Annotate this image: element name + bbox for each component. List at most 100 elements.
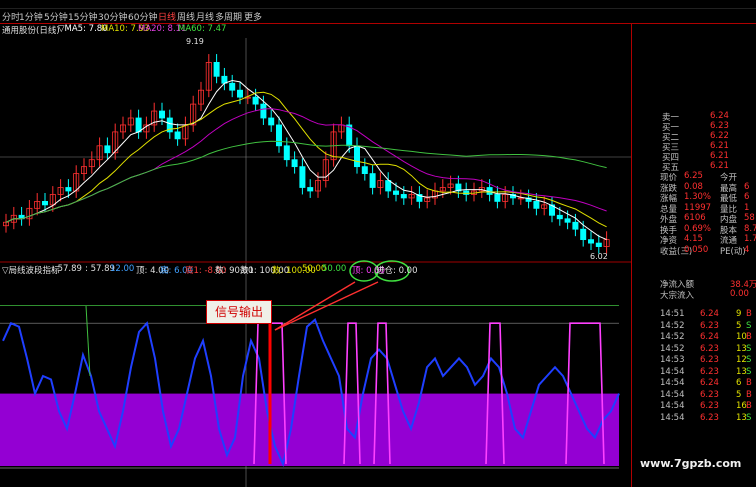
tick-trade-cell: 14:51 xyxy=(660,309,685,319)
tick-trade-cell: 9 xyxy=(736,309,742,319)
quote-stat-cell: 6106 xyxy=(684,213,706,223)
quote-stat-cell: 1 xyxy=(744,202,750,213)
quote-stat-cell: 6.25 xyxy=(684,171,703,181)
tick-trade-cell: 14:52 xyxy=(660,343,685,354)
quote-stat-cell: 11997 xyxy=(684,202,712,213)
candle xyxy=(151,102,158,132)
tick-trade-cell: 14:54 xyxy=(660,401,685,411)
candle xyxy=(275,116,282,153)
tick-trade-cell: B xyxy=(746,401,752,411)
indicator-title: ▽局线波段指标 xyxy=(2,266,60,276)
candle xyxy=(346,116,353,153)
ma5-line xyxy=(5,79,607,241)
candle xyxy=(330,123,337,167)
quote-stat-cell: 0.050 xyxy=(684,244,709,255)
candle xyxy=(182,116,189,146)
candle xyxy=(81,158,88,181)
tick-trade-cell: 6.23 xyxy=(700,366,719,377)
peak-price-label: 9.19 xyxy=(186,37,204,46)
tick-trade-cell: S xyxy=(746,343,752,354)
quote-stat-cell: 1.74 xyxy=(744,234,756,244)
candle xyxy=(291,151,298,174)
candle xyxy=(229,74,236,98)
tick-trade: 14:54 6.23 13 S xyxy=(632,412,756,425)
quote-stat-cell: PE(动) xyxy=(720,246,746,257)
tick-trade-cell: S xyxy=(746,320,752,331)
quote-stat-cell: 4 xyxy=(744,244,750,255)
low-price-label: 6.02 xyxy=(590,252,608,261)
candle xyxy=(353,137,360,174)
quote-stat-cell: 6 xyxy=(744,181,750,192)
callout-arrow-1 xyxy=(274,281,356,331)
quote-stat: 收益(三) 0.050 PE(动) 4 xyxy=(632,244,756,257)
tick-trade-cell: 5 xyxy=(736,320,742,331)
candle xyxy=(424,189,431,209)
candle xyxy=(299,158,306,195)
fund-flow-cell: 0.00 xyxy=(730,289,749,299)
quote-stat-cell: 8.72 xyxy=(744,223,756,234)
tick-trade-cell: B xyxy=(746,332,752,342)
candle xyxy=(127,109,134,132)
candle xyxy=(135,109,142,139)
fund-flow: 大宗流入 0.00 xyxy=(632,288,756,301)
candle xyxy=(73,165,80,198)
tick-trade-cell: 14:54 xyxy=(660,378,685,388)
ind-val-10: 50.00 xyxy=(322,264,347,274)
candle xyxy=(3,213,9,233)
indicator-title-bar: ▽局线波段指标 : 57.89 : 57.89 12.00 顶: 4.00 底:… xyxy=(0,264,630,276)
candle xyxy=(431,182,438,205)
tick-trade-cell: 6.23 xyxy=(700,355,719,365)
candle xyxy=(307,179,314,198)
signal-output-callout: 信号输出 xyxy=(206,300,272,324)
tick-trade-cell: S xyxy=(746,366,752,377)
tick-trade-cell: 14:54 xyxy=(660,389,685,400)
tick-trade-cell: 6.24 xyxy=(700,332,719,342)
tick-trade-cell: 14:53 xyxy=(660,355,685,365)
candle xyxy=(213,54,220,84)
candle xyxy=(174,123,181,146)
candle xyxy=(416,186,423,209)
candle xyxy=(369,165,376,195)
candle xyxy=(221,67,228,91)
candle xyxy=(377,172,384,195)
candle xyxy=(205,54,212,98)
callout-arrow-2 xyxy=(274,281,379,331)
ma60-line xyxy=(5,140,607,223)
quote-stat-cell: 58 xyxy=(744,213,755,223)
tick-trade-cell: 6.23 xyxy=(700,401,719,411)
kline-chart[interactable]: 8.007.757.507.257.006.756.506.256.00 9.1… xyxy=(0,0,631,487)
candle xyxy=(112,123,119,160)
candle xyxy=(10,206,17,230)
ma20-line xyxy=(5,108,607,223)
candle xyxy=(595,234,602,254)
quote-stat-cell: 6 xyxy=(744,192,750,202)
candle xyxy=(408,186,415,205)
candle xyxy=(252,88,259,112)
candle xyxy=(18,206,25,226)
tick-trade-cell: S xyxy=(746,355,752,365)
candle xyxy=(385,172,392,198)
tick-trade-cell: 6.23 xyxy=(700,343,719,354)
quote-stat-cell: 0.08 xyxy=(684,181,703,192)
tick-trade-cell: 6.23 xyxy=(700,389,719,400)
candle xyxy=(26,200,33,226)
quote-stat-cell: 0.69% xyxy=(684,223,712,234)
quote-stat-cell: 4.15 xyxy=(684,234,703,244)
candle xyxy=(486,179,493,202)
candle xyxy=(603,231,610,254)
tick-trade-cell: 14:52 xyxy=(660,332,685,342)
candle xyxy=(361,158,368,181)
candle xyxy=(463,182,470,202)
tick-trade-cell: 14:52 xyxy=(660,320,685,331)
candle xyxy=(88,151,95,174)
candle xyxy=(268,109,275,132)
candle xyxy=(494,186,501,209)
candle xyxy=(338,116,345,139)
candle xyxy=(96,137,103,167)
candle xyxy=(588,231,595,251)
candle xyxy=(49,186,56,212)
tick-trade-cell: 5 xyxy=(736,389,742,400)
fund-flow-cell: 大宗流入 xyxy=(660,291,695,301)
tick-trade-cell: 14:54 xyxy=(660,412,685,423)
watermark: www.7gpzb.com xyxy=(640,457,742,470)
